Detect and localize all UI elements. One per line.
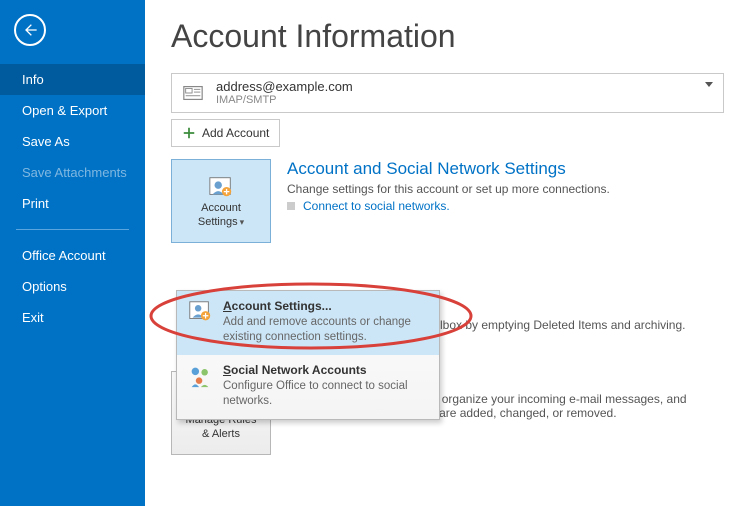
sidebar-item-open-export[interactable]: Open & Export	[0, 95, 145, 126]
account-protocol: IMAP/SMTP	[216, 94, 353, 106]
chevron-down-icon: ▾	[240, 217, 245, 227]
bullet-icon	[287, 202, 295, 210]
sidebar-item-save-attachments: Save Attachments	[0, 157, 145, 188]
social-network-icon	[187, 363, 213, 389]
sidebar-item-info[interactable]: Info	[0, 64, 145, 95]
add-account-label: Add Account	[202, 126, 269, 140]
page-title: Account Information	[171, 18, 724, 55]
tile-line2: & Alerts	[202, 428, 240, 440]
chevron-down-icon	[705, 82, 713, 87]
add-account-button[interactable]: Add Account	[171, 119, 280, 147]
plus-icon	[182, 126, 196, 140]
main-panel: Account Information address@example.com …	[145, 0, 744, 506]
menu-item-title: Social Network Accounts	[223, 363, 429, 377]
menu-item-social-network[interactable]: Social Network Accounts Configure Office…	[177, 355, 439, 419]
menu-item-title: Account Settings...	[223, 299, 429, 313]
sidebar-separator	[16, 229, 129, 230]
tile-line2: Settings	[198, 216, 238, 228]
sidebar-item-print[interactable]: Print	[0, 188, 145, 219]
menu-item-account-settings[interactable]: Account Settings... Add and remove accou…	[177, 291, 439, 355]
account-settings-icon	[206, 174, 236, 200]
menu-item-desc: Add and remove accounts or change existi…	[223, 315, 429, 345]
connect-social-link[interactable]: Connect to social networks.	[287, 199, 724, 213]
account-settings-icon	[187, 299, 213, 325]
section-network-title: Account and Social Network Settings	[287, 159, 724, 179]
sidebar-item-exit[interactable]: Exit	[0, 302, 145, 333]
account-address: address@example.com	[216, 80, 353, 95]
connect-social-label: Connect to social networks.	[303, 199, 450, 213]
account-selector[interactable]: address@example.com IMAP/SMTP	[171, 73, 724, 113]
back-button[interactable]	[14, 14, 46, 46]
sidebar-item-options[interactable]: Options	[0, 271, 145, 302]
tile-line1: Account	[201, 202, 241, 214]
sidebar-item-save-as[interactable]: Save As	[0, 126, 145, 157]
account-settings-tile[interactable]: Account Settings▾	[171, 159, 271, 243]
cleanup-fragment: lbox by emptying Deleted Items and archi…	[440, 318, 685, 332]
arrow-left-icon	[22, 22, 38, 38]
section-network-desc: Change settings for this account or set …	[287, 182, 724, 196]
account-settings-menu: Account Settings... Add and remove accou…	[176, 290, 440, 420]
mailbox-icon	[180, 80, 206, 106]
backstage-sidebar: Info Open & Export Save As Save Attachme…	[0, 0, 145, 506]
sidebar-item-office-account[interactable]: Office Account	[0, 240, 145, 271]
menu-item-desc: Configure Office to connect to social ne…	[223, 379, 429, 409]
